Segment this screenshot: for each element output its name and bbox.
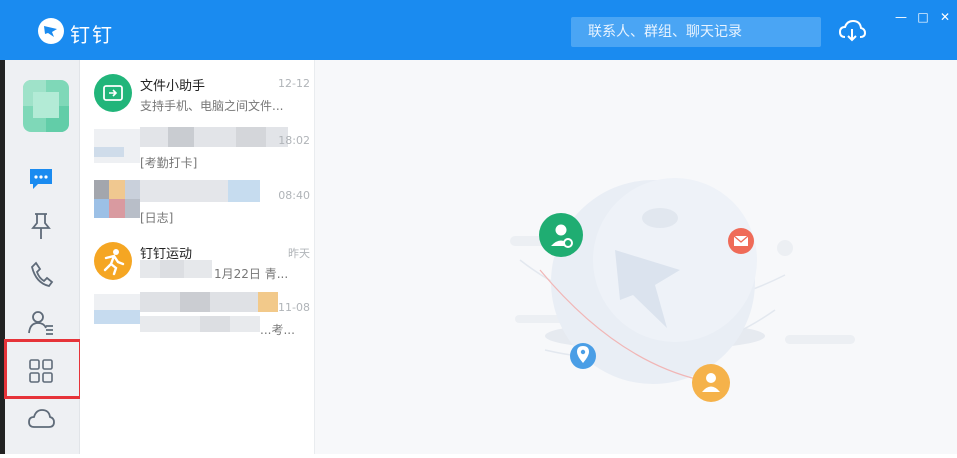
conversation-time: 18:02 (278, 134, 310, 147)
conversation-preview: [日志] (140, 211, 174, 225)
blurred-title (140, 292, 278, 312)
maximize-button[interactable]: □ (914, 8, 932, 26)
cloud-download-icon[interactable] (838, 18, 867, 44)
blurred-avatar (94, 180, 140, 218)
pin-icon[interactable] (25, 210, 57, 242)
blurred-text (140, 316, 260, 332)
list-item[interactable]: [日志] 08:40 (80, 178, 314, 234)
conversation-preview: ...考... (260, 323, 295, 337)
conversation-preview: 支持手机、电脑之间文件... (140, 99, 284, 113)
list-item[interactable]: 文件小助手 支持手机、电脑之间文件... 12-12 (80, 66, 314, 122)
conversation-list: 文件小助手 支持手机、电脑之间文件... 12-12 [考勤打卡] 18:02 … (80, 60, 315, 454)
avatar[interactable] (23, 80, 69, 132)
main-panel (315, 60, 957, 454)
close-button[interactable]: ✕ (936, 8, 954, 26)
list-item[interactable]: [考勤打卡] 18:02 (80, 123, 314, 179)
contacts-icon[interactable] (25, 306, 57, 338)
blurred-avatar (94, 129, 140, 163)
conversation-time: 12-12 (278, 77, 310, 90)
app-name: 钉钉 (70, 23, 114, 47)
running-sport-icon (94, 242, 132, 280)
blurred-title (140, 180, 260, 202)
conversation-preview: 1月22日 青... (214, 267, 289, 281)
title-bar: 钉钉 联系人、群组、聊天记录 — □ ✕ (0, 0, 957, 60)
conversation-time: 11-08 (278, 301, 310, 314)
cloud-icon[interactable] (25, 402, 57, 434)
list-item[interactable]: 钉钉运动 1月22日 青... 昨天 (80, 234, 314, 290)
globe-illustration (510, 178, 855, 402)
blurred-text (140, 260, 212, 278)
highlight-annotation (4, 339, 82, 399)
conversation-time: 08:40 (278, 189, 310, 202)
blurred-avatar (94, 294, 140, 324)
search-input[interactable]: 联系人、群组、聊天记录 (571, 17, 821, 47)
chat-bubble-icon[interactable] (25, 163, 57, 195)
conversation-time: 昨天 (288, 247, 310, 260)
minimize-button[interactable]: — (892, 8, 910, 26)
conversation-title: 文件小助手 (140, 79, 206, 94)
conversation-preview: [考勤打卡] (140, 156, 198, 170)
blurred-title (140, 127, 288, 147)
phone-icon[interactable] (25, 258, 57, 290)
file-assistant-icon (94, 74, 132, 112)
list-item[interactable]: ...考... 11-08 (80, 290, 314, 346)
dingtalk-logo-icon (38, 18, 64, 44)
